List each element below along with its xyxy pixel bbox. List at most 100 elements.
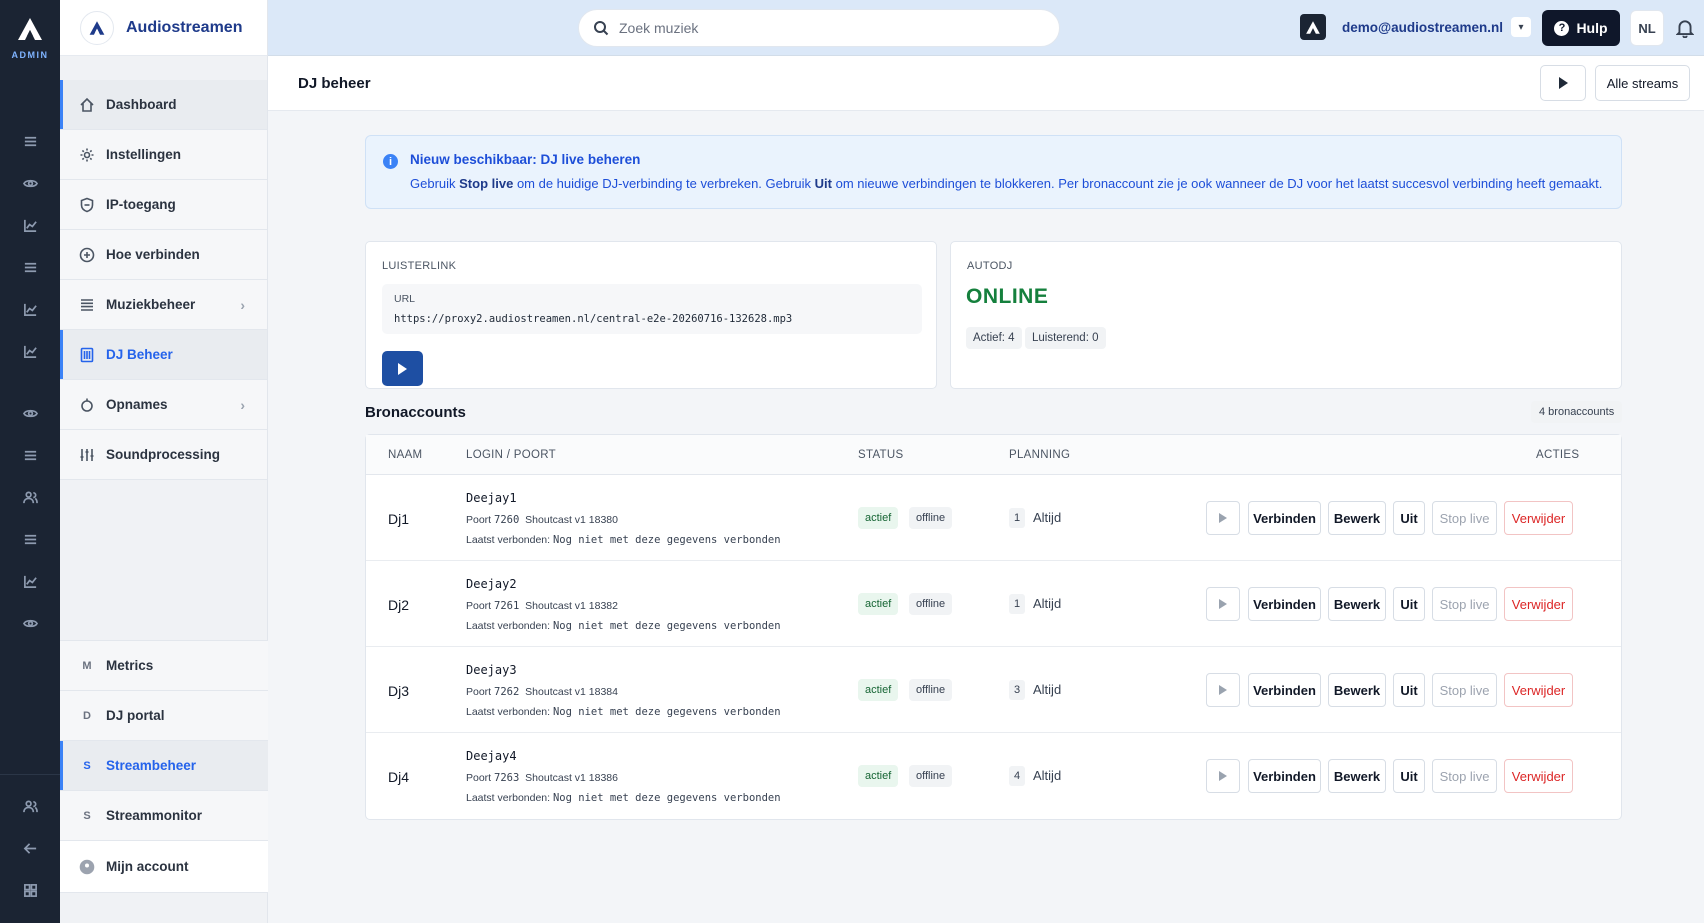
autodj-card: AUTODJ ONLINE Actief: 4 Luisterend: 0: [950, 241, 1622, 389]
sidebar-item-instellingen[interactable]: Instellingen: [60, 130, 267, 180]
edit-button[interactable]: Bewerk: [1328, 587, 1386, 621]
delete-button[interactable]: Verwijder: [1504, 587, 1573, 621]
edit-button[interactable]: Bewerk: [1328, 501, 1386, 535]
sidebar-item-dj-beheer[interactable]: DJ Beheer: [60, 330, 267, 380]
eye-icon[interactable]: [0, 392, 60, 434]
sidebar-item-mijn-account[interactable]: Mijn account: [60, 841, 268, 893]
sidebar-item-streambeheer[interactable]: S Streambeheer: [60, 741, 268, 791]
source-accounts-table: NAAM LOGIN / POORT STATUS PLANNING ACTIE…: [365, 434, 1622, 820]
account-icon: [78, 858, 96, 876]
sidebar-item-soundprocessing[interactable]: Soundprocessing: [60, 430, 267, 480]
delete-button[interactable]: Verwijder: [1504, 759, 1573, 793]
top-bar: demo@audiostreamen.nl ▾ ? Hulp NL: [268, 0, 1704, 56]
brand[interactable]: Audiostreamen: [60, 0, 267, 56]
sidebar-item-dashboard[interactable]: Dashboard: [60, 80, 267, 130]
delete-button[interactable]: Verwijder: [1504, 673, 1573, 707]
off-button[interactable]: Uit: [1393, 501, 1425, 535]
admin-label: ADMIN: [11, 50, 49, 60]
users-icon[interactable]: [0, 476, 60, 518]
page-header: DJ beheer Alle streams: [268, 56, 1704, 111]
sidebar-item-muziekbeheer[interactable]: Muziekbeheer ›: [60, 280, 267, 330]
chart-icon[interactable]: [0, 330, 60, 372]
connect-button[interactable]: Verbinden: [1248, 501, 1321, 535]
sidebar-item-label: Streambeheer: [106, 758, 197, 773]
sidebar-item-label: DJ Beheer: [106, 347, 173, 362]
delete-button[interactable]: Verwijder: [1504, 501, 1573, 535]
chevron-down-icon[interactable]: ▾: [1510, 17, 1531, 37]
status-badge: actief: [858, 765, 899, 787]
grid-icon[interactable]: [0, 869, 60, 911]
play-button[interactable]: [1540, 65, 1586, 101]
sidebar-item-label: Hoe verbinden: [106, 247, 200, 262]
help-label: Hulp: [1576, 20, 1608, 36]
card-label: LUISTERLINK: [382, 260, 457, 272]
page-title: DJ beheer: [298, 75, 371, 92]
menu-icon[interactable]: [0, 518, 60, 560]
sidebar-item-hoe-verbinden[interactable]: Hoe verbinden: [60, 230, 267, 280]
play-icon: [1219, 685, 1227, 695]
brand-logo-icon: [80, 10, 114, 45]
search-bar[interactable]: [578, 9, 1060, 47]
arrow-left-icon[interactable]: [0, 827, 60, 869]
row-play-button[interactable]: [1206, 587, 1240, 621]
user-menu[interactable]: demo@audiostreamen.nl ▾: [1300, 14, 1531, 40]
off-button[interactable]: Uit: [1393, 587, 1425, 621]
sidebar-item-label: Mijn account: [106, 859, 189, 874]
edit-button[interactable]: Bewerk: [1328, 759, 1386, 793]
planning-count: 3: [1009, 680, 1025, 700]
users-icon[interactable]: [0, 785, 60, 827]
table-row: Dj2 Deejay2 Poort 7261 Shoutcast v1 1838…: [366, 561, 1621, 647]
edit-button[interactable]: Bewerk: [1328, 673, 1386, 707]
row-play-button[interactable]: [1206, 759, 1240, 793]
chart-icon[interactable]: [0, 288, 60, 330]
menu-icon[interactable]: [0, 120, 60, 162]
stop-live-button[interactable]: Stop live: [1432, 501, 1497, 535]
connect-button[interactable]: Verbinden: [1248, 759, 1321, 793]
sidebar-bottom-nav: M Metrics D DJ portal S Streambeheer S S…: [60, 640, 268, 893]
column-header: PLANNING: [1009, 449, 1071, 461]
chart-icon[interactable]: [0, 204, 60, 246]
stop-live-button[interactable]: Stop live: [1432, 673, 1497, 707]
connection-badge: offline: [909, 593, 953, 615]
stop-live-button[interactable]: Stop live: [1432, 759, 1497, 793]
all-streams-button[interactable]: Alle streams: [1595, 65, 1690, 101]
off-button[interactable]: Uit: [1393, 759, 1425, 793]
logo-icon[interactable]: [14, 14, 46, 44]
row-login: Deejay2: [466, 577, 517, 591]
url-box: URL https://proxy2.audiostreamen.nl/cent…: [382, 284, 922, 334]
row-play-button[interactable]: [1206, 673, 1240, 707]
listen-link-card: LUISTERLINK URL https://proxy2.audiostre…: [365, 241, 937, 389]
count-badge: 4 bronaccounts: [1531, 401, 1623, 423]
url-value[interactable]: https://proxy2.audiostreamen.nl/central-…: [394, 313, 792, 325]
eye-icon[interactable]: [0, 162, 60, 204]
sidebar-item-metrics[interactable]: M Metrics: [60, 641, 268, 691]
sidebar-item-opnames[interactable]: Opnames ›: [60, 380, 267, 430]
help-button[interactable]: ? Hulp: [1542, 10, 1620, 46]
bell-icon[interactable]: [1675, 18, 1695, 41]
sidebar-item-streammonitor[interactable]: S Streammonitor: [60, 791, 268, 841]
planning-text: Altijd: [1033, 596, 1062, 611]
menu-icon[interactable]: [0, 246, 60, 288]
eye-icon[interactable]: [0, 602, 60, 644]
chart-icon[interactable]: [0, 560, 60, 602]
sidebar-item-ip-toegang[interactable]: IP-toegang: [60, 180, 267, 230]
sidebar-item-label: Muziekbeheer: [106, 297, 196, 312]
off-button[interactable]: Uit: [1393, 673, 1425, 707]
stop-live-button[interactable]: Stop live: [1432, 587, 1497, 621]
sidebar-item-dj-portal[interactable]: D DJ portal: [60, 691, 268, 741]
card-label: AUTODJ: [967, 260, 1013, 272]
search-input[interactable]: [619, 20, 1039, 36]
row-port: Poort 7262 Shoutcast v1 18384: [466, 686, 618, 698]
planning-text: Altijd: [1033, 510, 1062, 525]
connect-button[interactable]: Verbinden: [1248, 587, 1321, 621]
sidebar-item-label: DJ portal: [106, 708, 165, 723]
gear-icon: [78, 146, 96, 164]
connect-button[interactable]: Verbinden: [1248, 673, 1321, 707]
row-play-button[interactable]: [1206, 501, 1240, 535]
menu-icon[interactable]: [0, 434, 60, 476]
listen-play-button[interactable]: [382, 351, 423, 386]
play-icon: [1558, 77, 1568, 89]
user-email[interactable]: demo@audiostreamen.nl: [1342, 20, 1503, 35]
language-button[interactable]: NL: [1630, 10, 1664, 46]
alert-title: Nieuw beschikbaar: DJ live beheren: [410, 152, 641, 167]
